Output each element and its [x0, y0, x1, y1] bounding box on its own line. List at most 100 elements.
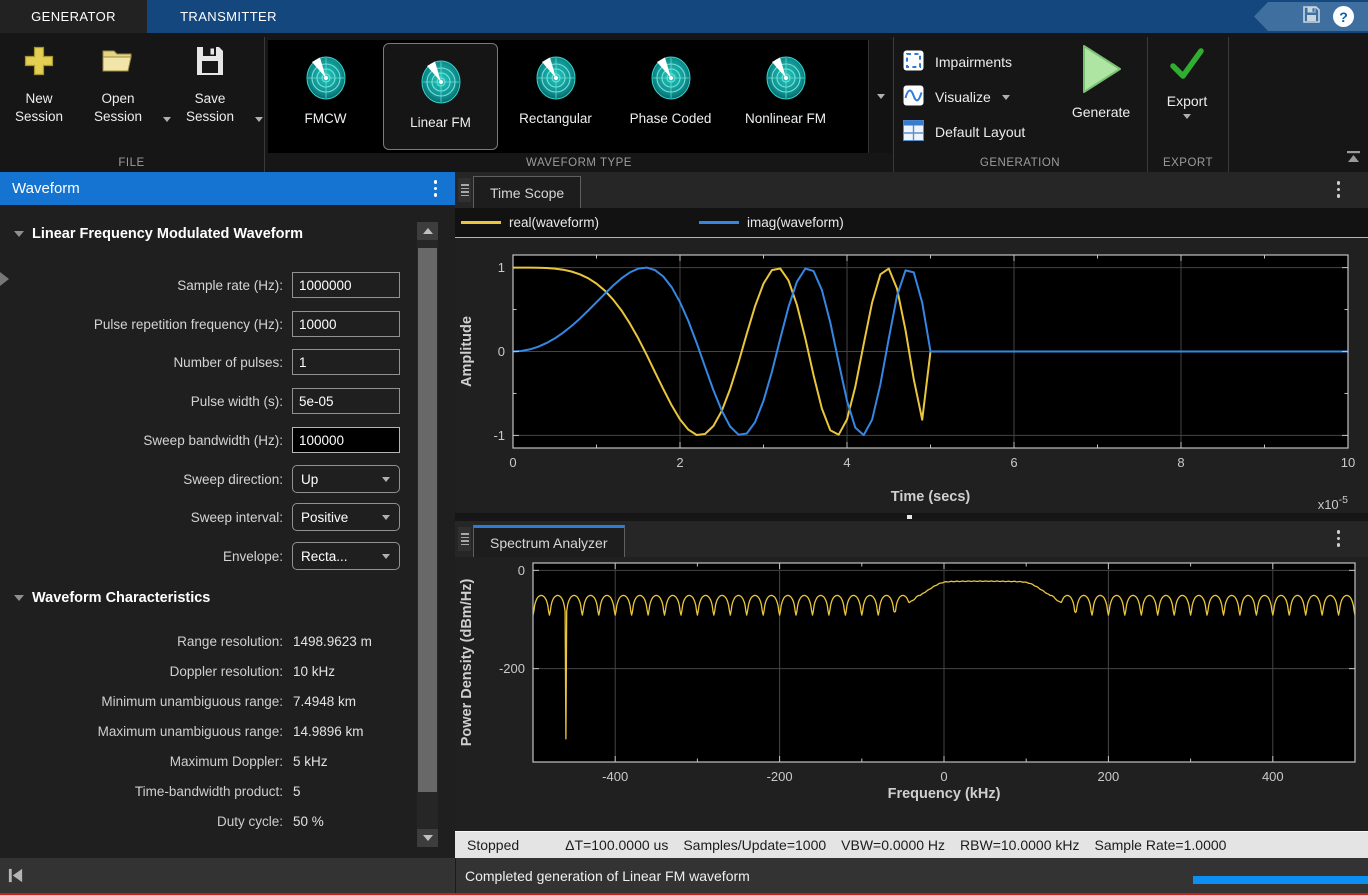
metric: RBW=10.0000 kHz — [960, 837, 1079, 853]
legend-item: imag(waveform) — [699, 215, 844, 230]
scroll-down-button[interactable] — [417, 829, 438, 847]
gallery-dropdown-button[interactable] — [868, 40, 892, 153]
gallery-item-nonlinear-fm[interactable]: Nonlinear FM — [728, 40, 843, 153]
field-label: Envelope: — [0, 542, 283, 570]
field-row: Envelope: Recta... — [0, 542, 416, 570]
radar-icon — [418, 57, 464, 110]
svg-text:-200: -200 — [499, 661, 525, 676]
characteristic-label: Duty cycle: — [0, 814, 283, 829]
waveform-type-gallery: FMCW Linear FM Rectangular — [268, 40, 868, 153]
field-input[interactable]: 1000000 — [292, 272, 400, 298]
gallery-item-label: Rectangular — [519, 110, 592, 128]
quick-access-toolbar: ? — [1254, 2, 1368, 31]
characteristic-value: 14.9896 km — [293, 724, 364, 739]
generate-button[interactable]: Generate — [1058, 43, 1144, 120]
ribbon: New Session Open Session Save Session FI… — [0, 33, 1368, 172]
radar-icon — [648, 53, 694, 106]
field-row: Sweep bandwidth (Hz): 100000 — [0, 426, 416, 454]
checkmark-icon — [1167, 45, 1207, 88]
svg-text:0: 0 — [518, 563, 525, 578]
tab-time-scope[interactable]: Time Scope — [473, 176, 581, 208]
collapse-statusbar-icon[interactable] — [7, 867, 24, 889]
gallery-item-phase-coded[interactable]: Phase Coded — [613, 40, 728, 153]
progress-bar — [1193, 876, 1368, 884]
save-session-button[interactable]: Save Session — [170, 43, 250, 126]
chevron-down-icon — [877, 94, 885, 99]
field-row: Pulse repetition frequency (Hz):10000 — [0, 310, 416, 338]
gallery-item-label: Nonlinear FM — [745, 110, 826, 128]
field-input[interactable]: 10000 — [292, 311, 400, 337]
characteristic-row: Maximum unambiguous range: 14.9896 km — [0, 724, 416, 746]
export-button[interactable]: Export — [1150, 45, 1224, 119]
legend-label: real(waveform) — [509, 215, 599, 230]
svg-text:0: 0 — [509, 455, 516, 470]
panel-collapse-handle[interactable] — [0, 272, 9, 286]
legend-item: real(waveform) — [461, 215, 599, 230]
field-dropdown[interactable]: Up — [292, 465, 400, 493]
visualize-button[interactable]: Visualize — [903, 84, 1073, 110]
collapse-ribbon-button[interactable] — [1345, 150, 1363, 165]
characteristic-label: Maximum Doppler: — [0, 754, 283, 769]
chevron-down-icon — [1002, 95, 1010, 100]
gallery-item-rectangular[interactable]: Rectangular — [498, 40, 613, 153]
drag-grip-icon[interactable] — [458, 527, 471, 551]
legend-swatch — [461, 221, 501, 224]
gallery-item-linear-fm[interactable]: Linear FM — [383, 43, 498, 150]
spectrum-menu-icon[interactable] — [1337, 530, 1359, 547]
chevron-down-icon — [14, 595, 24, 601]
gallery-item-label: Phase Coded — [630, 110, 712, 128]
field-label: Number of pulses: — [0, 348, 283, 376]
default-layout-button[interactable]: Default Layout — [903, 119, 1073, 145]
time-scope-menu-icon[interactable] — [1337, 181, 1359, 198]
impairments-button[interactable]: Impairments — [903, 49, 1073, 75]
characteristic-label: Time-bandwidth product: — [0, 784, 283, 799]
scopes-area: Time Scope real(waveform) imag(waveform)… — [455, 172, 1368, 858]
field-label: Sweep interval: — [0, 503, 283, 531]
characteristic-row: Maximum Doppler: 5 kHz — [0, 754, 416, 776]
field-input[interactable]: 100000 — [292, 427, 400, 453]
field-input[interactable]: 1 — [292, 349, 400, 375]
panel-menu-icon[interactable] — [434, 180, 438, 197]
gallery-item-fmcw[interactable]: FMCW — [268, 40, 383, 153]
drag-grip-icon[interactable] — [458, 178, 471, 202]
divider — [455, 237, 1368, 238]
tab-transmitter[interactable]: TRANSMITTER — [147, 0, 310, 33]
spectrum-state: Stopped — [467, 837, 519, 853]
svg-text:2: 2 — [676, 455, 683, 470]
characteristic-value: 7.4948 km — [293, 694, 356, 709]
help-icon[interactable]: ? — [1333, 6, 1354, 27]
panel-scrollbar[interactable] — [417, 222, 438, 847]
section-waveform-characteristics[interactable]: Waveform Characteristics — [14, 590, 210, 606]
file-group-label: FILE — [0, 157, 263, 169]
scroll-up-button[interactable] — [417, 222, 438, 240]
chevron-down-icon — [382, 477, 390, 482]
characteristic-label: Doppler resolution: — [0, 664, 283, 679]
scrollbar-thumb[interactable] — [418, 248, 437, 792]
characteristic-row: Duty cycle: 50 % — [0, 814, 416, 836]
gallery-item-label: FMCW — [305, 110, 347, 128]
folder-icon — [99, 43, 137, 84]
impairments-label: Impairments — [935, 54, 1012, 70]
field-row: Sweep direction:Up — [0, 465, 416, 493]
field-row: Number of pulses: 1 — [0, 348, 416, 376]
waveform-type-group-label: WAVEFORM TYPE — [266, 157, 892, 169]
metric: Samples/Update=1000 — [683, 837, 826, 853]
characteristic-row: Minimum unambiguous range: 7.4948 km — [0, 694, 416, 716]
spectrum-plot[interactable]: -400-20002004000-200Frequency (kHz)Power… — [455, 557, 1368, 804]
splitter-handle[interactable] — [907, 515, 912, 519]
field-row: Pulse width (s):5e-05 — [0, 387, 416, 415]
field-label: Sweep bandwidth (Hz): — [0, 426, 283, 454]
time-scope-plot[interactable]: 0246810-101Time (secs)Amplitudex10-5 — [455, 239, 1368, 513]
tab-generator[interactable]: GENERATOR — [0, 0, 147, 33]
field-input[interactable]: 5e-05 — [292, 388, 400, 414]
new-session-button[interactable]: New Session — [6, 43, 72, 126]
scope-splitter[interactable] — [455, 513, 1368, 521]
section-lfm-waveform[interactable]: Linear Frequency Modulated Waveform — [14, 226, 303, 242]
tab-spectrum-analyzer[interactable]: Spectrum Analyzer — [473, 525, 625, 557]
save-icon[interactable] — [1302, 5, 1321, 29]
open-session-button[interactable]: Open Session — [78, 43, 158, 126]
status-message: Completed generation of Linear FM wavefo… — [465, 858, 750, 893]
field-dropdown[interactable]: Recta... — [292, 542, 400, 570]
field-dropdown[interactable]: Positive — [292, 503, 400, 531]
svg-text:200: 200 — [1098, 769, 1120, 784]
